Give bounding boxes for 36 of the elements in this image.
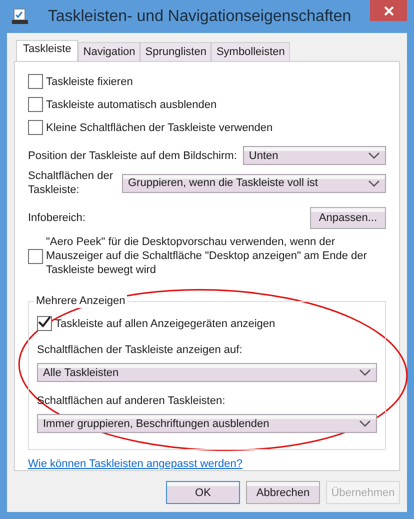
caret-icon <box>359 420 371 427</box>
tab[interactable]: Taskleiste <box>16 40 78 62</box>
checkbox[interactable] <box>28 74 43 89</box>
field-label: Schaltflächen der Taskleiste: <box>28 169 114 197</box>
field-label: Schaltflächen der Taskleiste anzeigen auf: <box>37 343 244 357</box>
checkbox[interactable] <box>28 248 43 264</box>
checkbox-label: Kleine Schaltflächen der Taskleiste verwenden <box>46 120 273 134</box>
field-label: Infobereich: <box>28 211 86 225</box>
checkbox[interactable] <box>28 120 43 135</box>
checkbox[interactable] <box>37 316 52 331</box>
close-icon <box>384 6 394 16</box>
dropdown[interactable]: Alle Taskleisten <box>37 363 377 382</box>
tab[interactable]: Symbolleisten <box>211 42 290 61</box>
close-button[interactable] <box>370 0 407 21</box>
caret-icon <box>359 369 371 376</box>
help-link[interactable]: Wie können Taskleisten angepasst werden? <box>28 458 242 470</box>
group-title: Mehrere Anzeigen <box>34 294 128 308</box>
checkbox-label: Taskleiste auf allen Anzeigegeräten anzeigen <box>55 316 276 330</box>
tab[interactable]: Sprunglisten <box>140 42 212 61</box>
caret-icon <box>368 180 380 186</box>
dialog-button[interactable]: OK <box>166 481 240 504</box>
field-label: Position der Taskleiste auf dem Bildschirm: <box>28 148 237 162</box>
dropdown[interactable]: Unten <box>242 146 386 165</box>
checkbox[interactable] <box>28 97 43 112</box>
checkbox-label: Taskleiste fixieren <box>46 74 133 88</box>
checkmark-icon <box>37 315 52 330</box>
checkbox-label: Taskleiste automatisch ausblenden <box>46 98 217 112</box>
dropdown[interactable]: Immer gruppieren, Beschriftungen ausblenden <box>37 414 377 433</box>
checkbox-label: "Aero Peek" für die Desktopvorschau verwenden, wenn der Mauszeiger auf die Schaltfläche "Desktop anzeigen" am Ende der Taskleiste bewegt wird <box>46 235 368 277</box>
app-icon <box>11 8 29 25</box>
dialog-button[interactable]: Abbrechen <box>246 481 320 504</box>
dropdown[interactable]: Gruppieren, wenn die Taskleiste voll ist <box>122 174 386 192</box>
customize-button[interactable]: Anpassen... <box>310 207 386 229</box>
tab[interactable]: Navigation <box>78 42 140 61</box>
caret-icon <box>368 152 380 159</box>
window-title: Taskleisten- und Navigationseigenschaften <box>46 8 352 26</box>
